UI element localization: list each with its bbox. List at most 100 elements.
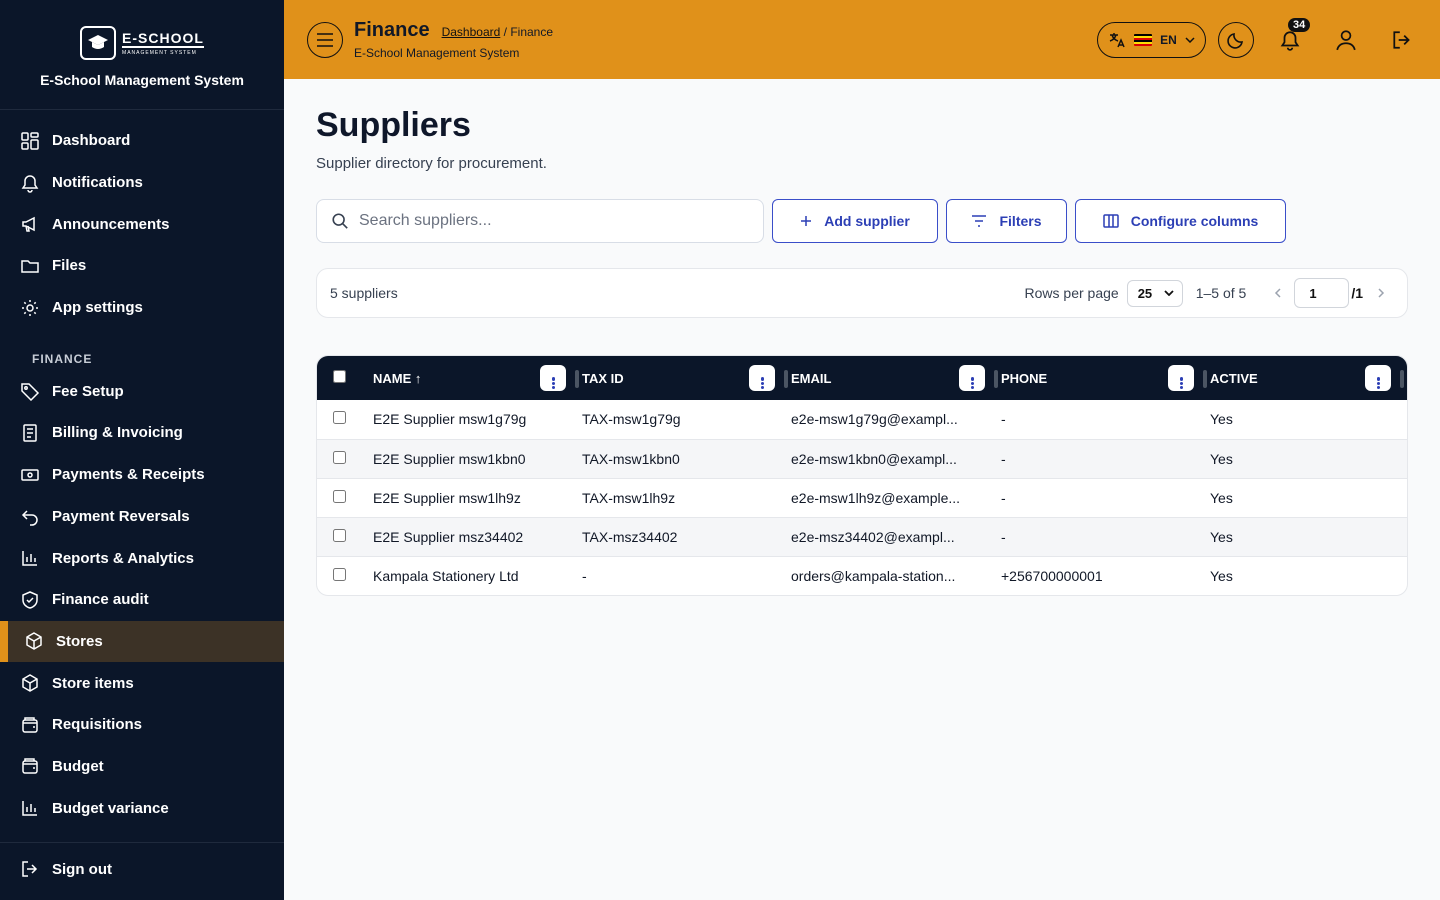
breadcrumb-dashboard-link[interactable]: Dashboard [442, 25, 501, 39]
column-resize-handle[interactable] [994, 370, 998, 388]
sidebar-item-requisitions[interactable]: Requisitions [0, 704, 284, 746]
uganda-flag-icon [1134, 33, 1153, 46]
add-supplier-button[interactable]: Add supplier [772, 199, 938, 243]
column-header-label: PHONE [1001, 370, 1048, 386]
sidebar-item-budget-variance[interactable]: Budget variance [0, 787, 284, 829]
sidebar-item-store-items[interactable]: Store items [0, 662, 284, 704]
sidebar-item-fee-setup[interactable]: Fee Setup [0, 370, 284, 412]
menu-toggle-button[interactable] [307, 21, 343, 58]
sidebar-item-label: App settings [52, 299, 143, 317]
bell-icon [1280, 31, 1300, 51]
cell-email: e2e-msw1kbn0@exampl... [791, 450, 957, 467]
sidebar-item-dashboard[interactable]: Dashboard [0, 120, 284, 162]
column-menu-button[interactable] [1365, 365, 1391, 391]
bar-chart-icon [22, 801, 37, 816]
total-pages: /1 [1351, 285, 1363, 301]
language-selector[interactable]: EN [1097, 21, 1206, 58]
configure-columns-label: Configure columns [1130, 213, 1259, 229]
column-resize-handle[interactable] [1400, 370, 1404, 388]
sidebar-item-label: Stores [56, 632, 103, 650]
columns-icon [1102, 214, 1119, 228]
kebab-icon [551, 376, 555, 389]
sign-out-button[interactable]: Sign out [0, 843, 284, 895]
sidebar-item-label: Payments & Receipts [52, 466, 205, 484]
profile-button[interactable] [1328, 22, 1364, 58]
column-resize-handle[interactable] [784, 370, 788, 388]
row-checkbox[interactable] [333, 528, 346, 542]
column-menu-button[interactable] [1168, 365, 1194, 391]
logout-icon [1393, 30, 1410, 49]
cell-name: E2E Supplier msw1g79g [373, 411, 527, 428]
rows-per-page-select[interactable]: 25 [1126, 279, 1183, 307]
column-header-label: NAME ↑ [373, 370, 422, 386]
table-row[interactable]: E2E Supplier msw1lh9z TAX-msw1lh9z e2e-m… [317, 478, 1407, 517]
tag-icon [21, 383, 40, 402]
logo-area: E-SCHOOL MANAGEMENT SYSTEM E-School Mana… [0, 0, 284, 110]
sidebar-item-label: Fee Setup [52, 382, 124, 400]
row-checkbox[interactable] [333, 489, 346, 503]
topbar-subtitle: E-School Management System [354, 46, 520, 60]
sidebar-item-finance-audit[interactable]: Finance audit [0, 579, 284, 621]
sidebar-item-app-settings[interactable]: App settings [0, 287, 284, 329]
row-checkbox[interactable] [333, 567, 346, 581]
row-checkbox[interactable] [333, 450, 346, 464]
page-number-input[interactable]: 1 [1294, 278, 1350, 308]
sidebar-item-label: Finance audit [52, 591, 149, 609]
suppliers-table: NAME ↑ TAX ID EMAIL PHONE ACTIVE E2E Sup… [316, 355, 1408, 596]
filters-label: Filters [999, 213, 1042, 229]
column-header-phone[interactable]: PHONE [1001, 356, 1210, 400]
search-input[interactable] [359, 212, 739, 230]
table-header-row: NAME ↑ TAX ID EMAIL PHONE ACTIVE [317, 356, 1407, 400]
cell-tax-id: - [582, 567, 587, 584]
cell-tax-id: TAX-msw1lh9z [582, 489, 676, 506]
previous-page-button[interactable] [1274, 285, 1282, 301]
rows-per-page-label: Rows per page [1024, 285, 1119, 301]
sidebar-item-reports[interactable]: Reports & Analytics [0, 537, 284, 579]
filters-button[interactable]: Filters [946, 199, 1067, 243]
cell-active: Yes [1210, 411, 1233, 428]
sidebar-item-notifications[interactable]: Notifications [0, 162, 284, 204]
sidebar: E-SCHOOL MANAGEMENT SYSTEM E-School Mana… [0, 0, 284, 900]
logout-button[interactable] [1384, 22, 1420, 58]
bell-icon [21, 174, 39, 193]
table-row[interactable]: E2E Supplier msw1g79g TAX-msw1g79g e2e-m… [317, 400, 1407, 439]
cell-name: E2E Supplier msz34402 [373, 528, 524, 545]
column-menu-button[interactable] [959, 365, 985, 391]
row-checkbox[interactable] [333, 411, 346, 425]
column-header-tax-id[interactable]: TAX ID [582, 356, 791, 400]
wallet-icon [22, 758, 38, 775]
configure-columns-button[interactable]: Configure columns [1075, 199, 1286, 243]
next-page-button[interactable] [1377, 285, 1385, 301]
sidebar-item-billing[interactable]: Billing & Invoicing [0, 412, 284, 454]
sign-out-icon [22, 861, 38, 877]
sidebar-item-payments[interactable]: Payments & Receipts [0, 454, 284, 496]
search-box [316, 199, 764, 243]
megaphone-icon [22, 217, 35, 232]
table-row[interactable]: Kampala Stationery Ltd - orders@kampala-… [317, 556, 1407, 595]
sidebar-item-payment-reversals[interactable]: Payment Reversals [0, 496, 284, 538]
breadcrumb-current: Finance [510, 25, 554, 39]
sidebar-item-label: Budget variance [52, 799, 169, 817]
column-header-email[interactable]: EMAIL [791, 356, 1001, 400]
sidebar-item-stores[interactable]: Stores [0, 620, 284, 663]
select-all-cell [317, 356, 373, 400]
cell-email: orders@kampala-station... [791, 567, 956, 584]
sidebar-item-label: Files [52, 257, 87, 275]
sidebar-item-budget[interactable]: Budget [0, 746, 284, 788]
column-resize-handle[interactable] [1203, 370, 1207, 388]
select-all-checkbox[interactable] [333, 370, 346, 383]
column-resize-handle[interactable] [575, 370, 579, 388]
sidebar-footer: Sign out [0, 842, 284, 895]
column-header-name[interactable]: NAME ↑ [373, 356, 582, 400]
column-menu-button[interactable] [540, 365, 566, 391]
sidebar-item-announcements[interactable]: Announcements [0, 203, 284, 245]
table-row[interactable]: E2E Supplier msz34402 TAX-msz34402 e2e-m… [317, 517, 1407, 556]
column-header-active[interactable]: ACTIVE [1210, 356, 1407, 400]
wallet-icon [22, 717, 38, 733]
table-row[interactable]: E2E Supplier msw1kbn0 TAX-msw1kbn0 e2e-m… [317, 439, 1407, 478]
notifications-button[interactable]: 34 [1272, 17, 1311, 58]
column-header-label: ACTIVE [1210, 370, 1258, 386]
theme-toggle-button[interactable] [1218, 21, 1254, 58]
column-menu-button[interactable] [749, 365, 775, 391]
sidebar-item-files[interactable]: Files [0, 245, 284, 287]
